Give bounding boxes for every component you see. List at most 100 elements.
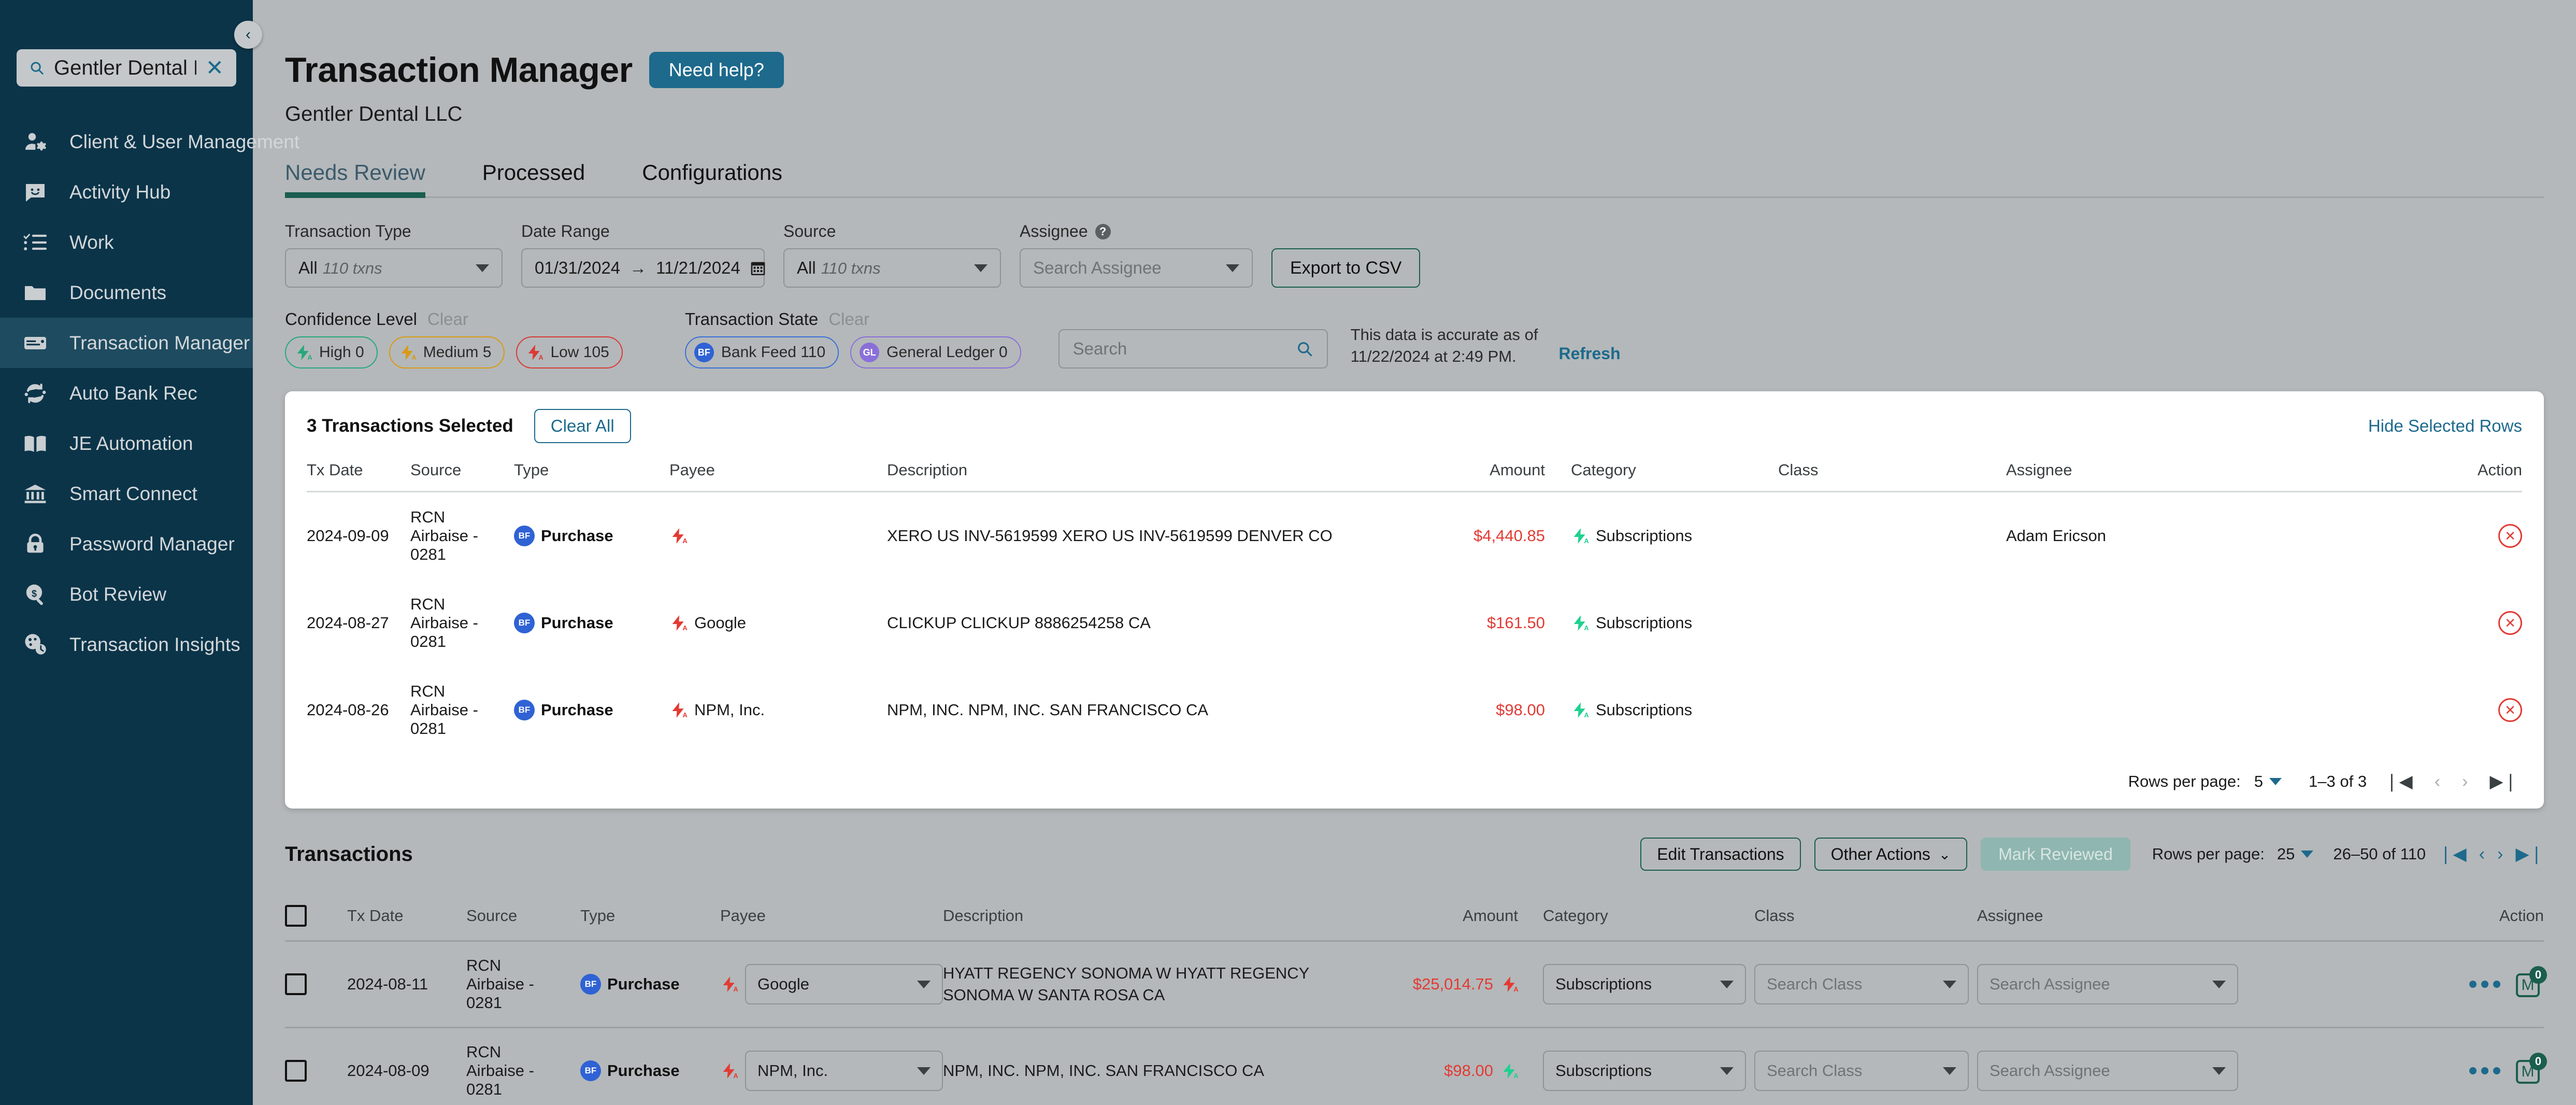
chip-label: Low 105 (550, 344, 609, 361)
tab-processed[interactable]: Processed (482, 160, 585, 196)
sidebar-item-smart-connect[interactable]: Smart Connect (0, 469, 253, 519)
sidebar-item-transaction-manager[interactable]: Transaction Manager (0, 318, 253, 368)
search-icon[interactable] (1296, 340, 1313, 358)
bank-feed-icon: BF (694, 343, 714, 362)
row-checkbox[interactable] (285, 973, 307, 995)
cell-action: M 0 (2238, 941, 2547, 1028)
help-icon[interactable]: ? (1095, 223, 1111, 239)
need-help-button[interactable]: Need help? (649, 52, 784, 88)
remove-row-icon[interactable]: ✕ (2498, 611, 2522, 635)
bank-feed-icon: BF (580, 1060, 601, 1081)
remove-row-icon[interactable]: ✕ (2498, 524, 2522, 548)
sidebar-item-je-automation[interactable]: JE Automation (0, 418, 253, 469)
chip-confidence-low[interactable]: A Low 105 (516, 336, 623, 369)
last-page-button[interactable]: ▶❘ (2485, 771, 2522, 792)
sidebar-item-label: Documents (69, 281, 167, 303)
more-actions-icon[interactable] (2469, 981, 2500, 988)
folder-icon (22, 279, 49, 306)
row-checkbox[interactable] (285, 1060, 307, 1082)
refresh-link[interactable]: Refresh (1558, 344, 1620, 369)
chip-confidence-medium[interactable]: A Medium 5 (389, 336, 505, 369)
tab-needs-review[interactable]: Needs Review (285, 160, 425, 198)
chip-general-ledger[interactable]: GL General Ledger 0 (850, 336, 1021, 369)
sidebar-item-activity-hub[interactable]: Activity Hub (0, 167, 253, 217)
last-page-button[interactable]: ▶❘ (2515, 844, 2544, 865)
chip-bank-feed[interactable]: BF Bank Feed 110 (684, 336, 839, 369)
sidebar-item-bot-review[interactable]: $ Bot Review (0, 569, 253, 619)
chip-confidence-high[interactable]: A High 0 (285, 336, 378, 369)
payee-select[interactable]: NPM, Inc. (745, 1051, 943, 1091)
hide-selected-rows-link[interactable]: Hide Selected Rows (2368, 416, 2522, 436)
class-select[interactable]: Search Class (1754, 964, 1969, 1004)
remove-row-icon[interactable]: ✕ (2498, 698, 2522, 722)
class-select[interactable]: Search Class (1754, 1051, 1969, 1091)
prev-page-button[interactable]: ‹ (2430, 772, 2444, 792)
assignee-placeholder: Search Assignee (1990, 975, 2110, 993)
clear-search-icon[interactable]: ✕ (206, 57, 224, 79)
calendar-icon[interactable] (750, 259, 766, 277)
rows-per-page-value: 25 (2277, 845, 2295, 863)
sidebar-collapse-button[interactable]: ‹ (234, 21, 262, 49)
category-select[interactable]: Subscriptions (1543, 1051, 1746, 1091)
client-search-box[interactable]: Gentler Dental LLC ✕ (17, 49, 236, 87)
payee-select[interactable]: Google (745, 964, 943, 1004)
col-source: Source (410, 443, 514, 492)
bolt-low-icon: A (720, 1062, 738, 1080)
sidebar-item-auto-bank-rec[interactable]: Auto Bank Rec (0, 368, 253, 418)
sidebar-item-client-user-management[interactable]: Client & User Management (0, 117, 299, 167)
filter-label: Date Range (521, 222, 610, 240)
next-page-button[interactable]: › (2497, 844, 2503, 865)
edit-transactions-button[interactable]: Edit Transactions (1640, 838, 1801, 871)
cell-payee: A Google (720, 941, 943, 1028)
bolt-medium-icon: A (398, 344, 416, 361)
confidence-clear-link[interactable]: Clear (427, 309, 468, 329)
transaction-state-clear-link[interactable]: Clear (828, 309, 869, 329)
first-page-button[interactable]: ❘◀ (2438, 844, 2467, 865)
client-search-value: Gentler Dental LLC (54, 56, 196, 79)
table-row[interactable]: 2024-08-27 RCN Airbaise - 0281 BF Purcha… (307, 579, 2522, 667)
table-row[interactable]: 2024-08-11 RCN Airbaise - 0281 BF Purcha… (285, 941, 2547, 1028)
cell-tx-date: 2024-09-09 (307, 527, 389, 545)
svg-text:A: A (683, 537, 688, 545)
date-range-input[interactable]: 01/31/2024 → 11/21/2024 (521, 248, 765, 288)
sidebar-item-transaction-insights[interactable]: Transaction Insights (0, 619, 253, 670)
transactions-section: Transactions Edit Transactions Other Act… (285, 838, 2547, 1105)
category-select[interactable]: Subscriptions (1543, 964, 1746, 1004)
date-range-arrow: → (629, 258, 647, 277)
table-row[interactable]: 2024-08-09 RCN Airbaise - 0281 BF Purcha… (285, 1027, 2547, 1105)
bolt-low-icon: A (669, 614, 688, 632)
assignee-select[interactable]: Search Assignee (1977, 964, 2238, 1004)
select-all-checkbox[interactable] (285, 905, 307, 927)
more-actions-icon[interactable] (2469, 1067, 2500, 1074)
chat-smile-icon (22, 179, 49, 206)
table-row[interactable]: 2024-08-26 RCN Airbaise - 0281 BF Purcha… (307, 667, 2522, 754)
prev-page-button[interactable]: ‹ (2479, 844, 2485, 865)
tab-configurations[interactable]: Configurations (642, 160, 782, 196)
other-actions-button[interactable]: Other Actions ⌄ (1814, 838, 1968, 871)
rows-per-page-select[interactable]: 25 (2277, 845, 2314, 863)
first-page-button[interactable]: ❘◀ (2380, 771, 2417, 792)
memo-count-badge: 0 (2529, 966, 2547, 984)
selected-count-label: 3 Transactions Selected (307, 416, 513, 436)
rows-per-page-select[interactable]: 5 (2254, 772, 2282, 791)
clear-all-button[interactable]: Clear All (534, 409, 631, 443)
next-page-button[interactable]: › (2458, 772, 2472, 792)
transaction-state-chips: BF Bank Feed 110 GL General Ledger 0 (684, 336, 1021, 369)
sidebar-item-work[interactable]: Work (0, 217, 253, 267)
search-input[interactable]: Search (1058, 329, 1328, 369)
memo-icon[interactable]: M 0 (2516, 966, 2547, 998)
cell-class: Search Class (1746, 1027, 1969, 1105)
assignee-select[interactable]: Search Assignee (1977, 1051, 2238, 1091)
payee-value: Google (694, 614, 746, 632)
source-select[interactable]: All 110 txns (783, 248, 1001, 288)
cell-action: M 0 (2238, 1027, 2547, 1105)
table-row[interactable]: 2024-09-09 RCN Airbaise - 0281 BF Purcha… (307, 492, 2522, 580)
sidebar-item-password-manager[interactable]: Password Manager (0, 519, 253, 569)
money-search-icon: $ (22, 581, 49, 608)
memo-icon[interactable]: M 0 (2516, 1053, 2547, 1085)
sidebar-item-documents[interactable]: Documents (0, 267, 253, 318)
transaction-type-select[interactable]: All 110 txns (285, 248, 503, 288)
assignee-select[interactable]: Search Assignee (1020, 248, 1253, 288)
sidebar-item-label: JE Automation (69, 432, 193, 454)
export-to-csv-button[interactable]: Export to CSV (1271, 248, 1421, 288)
